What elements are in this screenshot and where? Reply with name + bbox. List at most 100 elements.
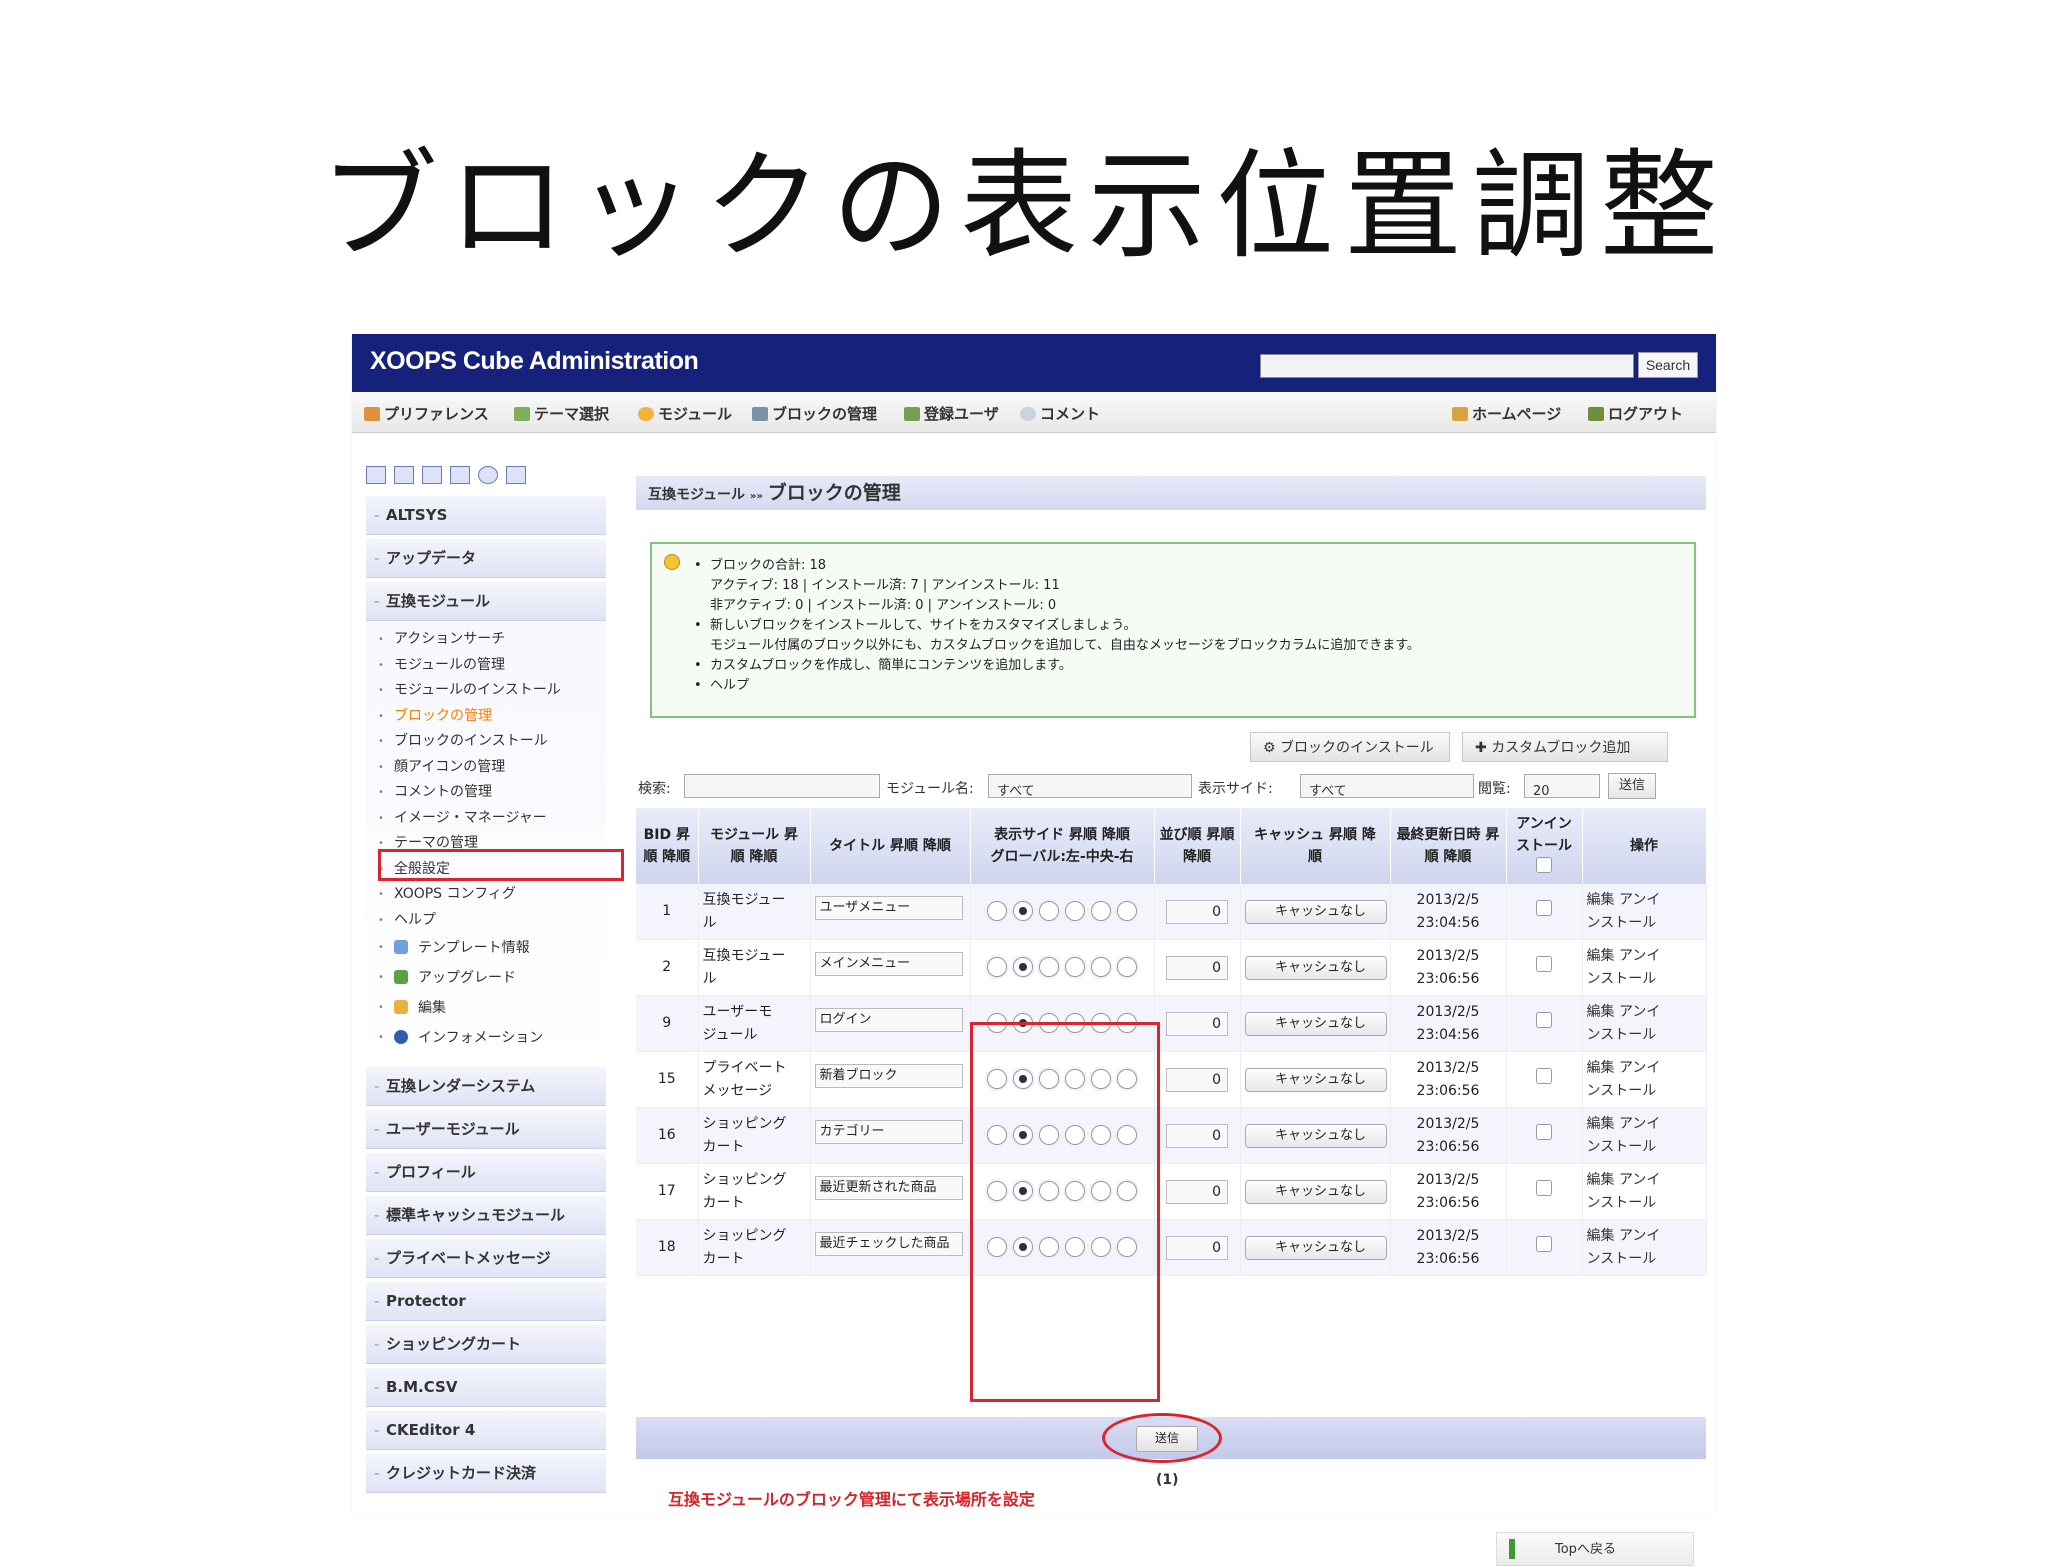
- edit-uninstall-link[interactable]: 編集 アンイ: [1587, 1225, 1702, 1248]
- title-input[interactable]: 新着ブロック: [814, 1063, 963, 1088]
- sidebar-item-credit[interactable]: クレジットカード決済: [366, 1454, 606, 1493]
- sidebar-item-altsys[interactable]: ALTSYS: [366, 496, 606, 535]
- col-side[interactable]: 表示サイド 昇順 降順 グローバル:左-中央-右: [970, 808, 1155, 884]
- title-input[interactable]: ユーザメニュー: [814, 895, 963, 920]
- nav-registered-users[interactable]: 登録ユーザ: [904, 403, 999, 424]
- title-input[interactable]: メインメニュー: [814, 951, 963, 976]
- sidebar-item-ckeditor[interactable]: CKEditor 4: [366, 1411, 606, 1450]
- cache-select[interactable]: キャッシュなし: [1244, 1123, 1387, 1148]
- sidebar-subitem[interactable]: アクションサーチ: [366, 627, 606, 653]
- side-select[interactable]: すべて: [1300, 774, 1474, 799]
- sidebar-item-cache[interactable]: 標準キャッシュモジュール: [366, 1196, 606, 1235]
- title-input[interactable]: カテゴリー: [814, 1119, 963, 1144]
- sidebar-subitem[interactable]: XOOPS コンフィグ: [366, 882, 606, 908]
- layout-icon[interactable]: [422, 466, 442, 484]
- window-icon[interactable]: [450, 466, 470, 484]
- sidebar-item-legacy[interactable]: 互換モジュール: [366, 582, 606, 621]
- col-updated[interactable]: 最終更新日時 昇順 降順: [1390, 808, 1507, 884]
- search-input[interactable]: [1260, 354, 1634, 378]
- pagination[interactable]: (1): [1156, 1472, 1179, 1488]
- side-radio-selected[interactable]: [1013, 957, 1033, 977]
- sidebar-subitem[interactable]: コメントの管理: [366, 780, 606, 806]
- side-radio-selected[interactable]: [1013, 901, 1033, 921]
- cache-select[interactable]: キャッシュなし: [1244, 1067, 1387, 1092]
- side-radio[interactable]: [1117, 901, 1137, 921]
- sidebar-item-shop[interactable]: ショッピングカート: [366, 1325, 606, 1364]
- layout-icon[interactable]: [366, 466, 386, 484]
- sidebar-subitem[interactable]: イメージ・マネージャー: [366, 806, 606, 832]
- side-radio[interactable]: [1117, 957, 1137, 977]
- order-input[interactable]: 0: [1166, 955, 1228, 980]
- order-input[interactable]: 0: [1166, 1179, 1228, 1204]
- filter-submit-button[interactable]: 送信: [1608, 773, 1656, 799]
- exit-icon[interactable]: [506, 466, 526, 484]
- sidebar-subitem[interactable]: モジュールのインストール: [366, 678, 606, 704]
- info-install-link[interactable]: 新しいブロックをインストールして、サイトをカスタマイズしましょう。: [694, 616, 1420, 636]
- uninstall-checkbox[interactable]: [1536, 899, 1552, 916]
- sidebar-subitem[interactable]: モジュールの管理: [366, 653, 606, 679]
- edit-uninstall-link[interactable]: 編集 アンイ: [1587, 1113, 1702, 1136]
- sidebar-subitem-edit[interactable]: 編集: [366, 993, 606, 1023]
- title-input[interactable]: 最近チェックした商品: [814, 1231, 963, 1256]
- nav-comments[interactable]: コメント: [1020, 403, 1100, 424]
- help-icon[interactable]: [478, 466, 498, 484]
- edit-uninstall-link[interactable]: 編集 アンイ: [1587, 945, 1702, 968]
- col-order[interactable]: 並び順 昇順 降順: [1154, 808, 1241, 884]
- uninstall-link[interactable]: ンストール: [1587, 968, 1702, 991]
- sidebar-subitem-template[interactable]: テンプレート情報: [366, 933, 606, 963]
- cache-select[interactable]: キャッシュなし: [1244, 1235, 1387, 1260]
- block-search-input[interactable]: [684, 774, 880, 798]
- edit-uninstall-link[interactable]: 編集 アンイ: [1587, 889, 1702, 912]
- cache-select[interactable]: キャッシュなし: [1244, 1011, 1387, 1036]
- info-help-link[interactable]: ヘルプ: [694, 676, 1420, 696]
- uninstall-link[interactable]: ンストール: [1587, 1080, 1702, 1103]
- side-radio[interactable]: [1039, 901, 1059, 921]
- order-input[interactable]: 0: [1166, 1011, 1228, 1036]
- col-cache[interactable]: キャッシュ 昇順 降順: [1240, 808, 1391, 884]
- sidebar-subitem-upgrade[interactable]: アップグレード: [366, 963, 606, 993]
- uninstall-link[interactable]: ンストール: [1587, 1248, 1702, 1271]
- uninstall-checkbox[interactable]: [1536, 1123, 1552, 1140]
- sidebar-item-updater[interactable]: アップデータ: [366, 539, 606, 578]
- nav-block-management[interactable]: ブロックの管理: [752, 403, 877, 424]
- side-radio[interactable]: [1065, 957, 1085, 977]
- uninstall-checkbox[interactable]: [1536, 1235, 1552, 1252]
- side-radio[interactable]: [1039, 957, 1059, 977]
- col-module[interactable]: モジュール 昇順 降順: [698, 808, 811, 884]
- edit-uninstall-link[interactable]: 編集 アンイ: [1587, 1169, 1702, 1192]
- add-custom-block-button[interactable]: ✚ カスタムブロック追加: [1462, 732, 1668, 762]
- module-select[interactable]: すべて: [988, 774, 1192, 799]
- sidebar-subitem[interactable]: ブロックのインストール: [366, 729, 606, 755]
- side-radio[interactable]: [1091, 901, 1111, 921]
- sidebar-subitem[interactable]: 顔アイコンの管理: [366, 755, 606, 781]
- uninstall-link[interactable]: ンストール: [1587, 912, 1702, 935]
- sidebar-item-pm[interactable]: プライベートメッセージ: [366, 1239, 606, 1278]
- breadcrumb-module[interactable]: 互換モジュール: [648, 487, 745, 503]
- uninstall-link[interactable]: ンストール: [1587, 1192, 1702, 1215]
- back-to-top-button[interactable]: Topへ戻る: [1496, 1532, 1694, 1566]
- uninstall-checkbox[interactable]: [1536, 1179, 1552, 1196]
- per-page-select[interactable]: 20: [1524, 774, 1600, 799]
- col-bid[interactable]: BID 昇順 降順: [636, 808, 699, 884]
- search-button[interactable]: Search: [1638, 352, 1698, 378]
- sidebar-item-user-module[interactable]: ユーザーモジュール: [366, 1110, 606, 1149]
- order-input[interactable]: 0: [1166, 1235, 1228, 1260]
- order-input[interactable]: 0: [1166, 1067, 1228, 1092]
- info-custom-link[interactable]: カスタムブロックを作成し、簡単にコンテンツを追加します。: [694, 656, 1420, 676]
- order-input[interactable]: 0: [1166, 1123, 1228, 1148]
- sidebar-item-bmcsv[interactable]: B.M.CSV: [366, 1368, 606, 1407]
- cache-select[interactable]: キャッシュなし: [1244, 955, 1387, 980]
- uninstall-link[interactable]: ンストール: [1587, 1024, 1702, 1047]
- col-title[interactable]: タイトル 昇順 降順: [810, 808, 971, 884]
- install-block-button[interactable]: ⚙ ブロックのインストール: [1250, 732, 1450, 762]
- side-radio[interactable]: [1065, 901, 1085, 921]
- sidebar-item-render[interactable]: 互換レンダーシステム: [366, 1067, 606, 1106]
- side-radio[interactable]: [1091, 957, 1111, 977]
- sidebar-subitem-active[interactable]: ブロックの管理: [366, 704, 606, 730]
- edit-uninstall-link[interactable]: 編集 アンイ: [1587, 1001, 1702, 1024]
- order-input[interactable]: 0: [1166, 899, 1228, 924]
- cache-select[interactable]: キャッシュなし: [1244, 1179, 1387, 1204]
- uninstall-checkbox[interactable]: [1536, 1011, 1552, 1028]
- nav-modules[interactable]: モジュール: [638, 403, 732, 424]
- layout-icon[interactable]: [394, 466, 414, 484]
